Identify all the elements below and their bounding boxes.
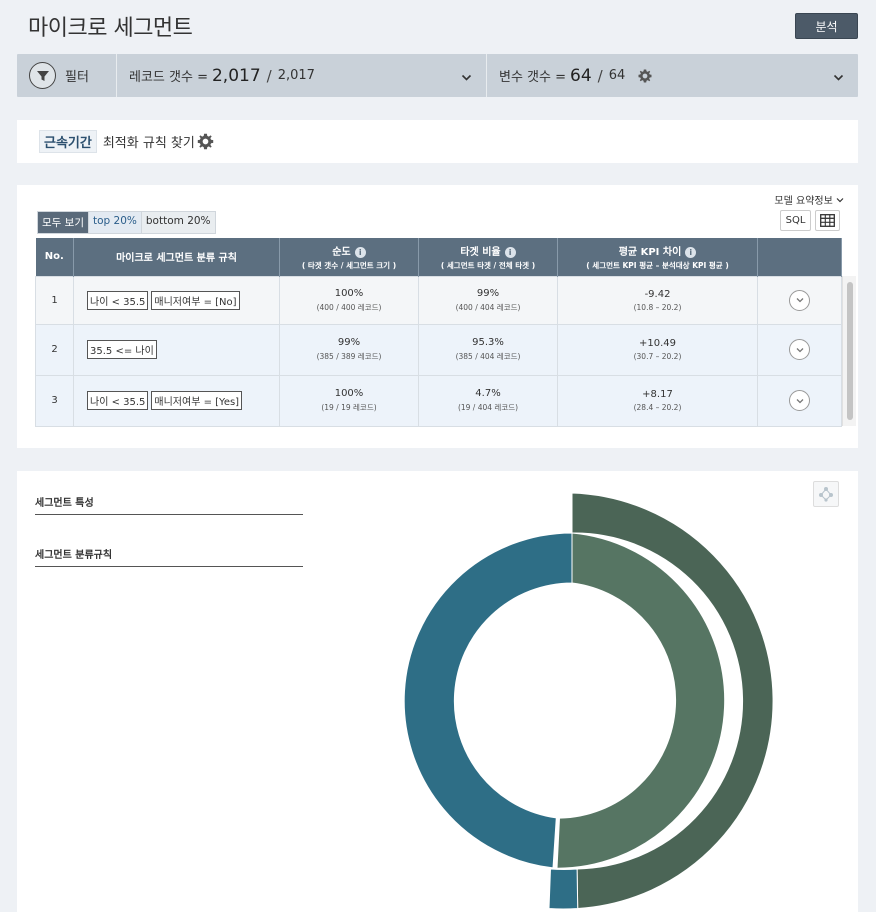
- row-expand: [757, 323, 842, 376]
- rule-chip: 35.5 <= 나이: [87, 340, 157, 359]
- filter-bar: 필터 레코드 갯수 = 2,017 / 2,017 변수 갯수 = 64 / 6…: [17, 54, 858, 97]
- record-count-value: 2,017: [211, 65, 261, 86]
- row-purity: 100% (19 / 19 레코드): [279, 374, 419, 427]
- row-target: 99% (400 / 404 레코드): [418, 275, 558, 325]
- optimize-text: 최적화 규칙 찾기: [102, 136, 195, 151]
- scroll-thumb[interactable]: [847, 282, 853, 420]
- tab-bottom-20[interactable]: bottom 20%: [141, 212, 215, 233]
- rule-chip: 매니저여부 = [No]: [151, 290, 240, 310]
- page-title: 마이크로 세그먼트: [28, 16, 193, 41]
- row-no: 1: [35, 275, 74, 325]
- info-icon[interactable]: i: [685, 246, 697, 258]
- tab-group: 모두 보기 top 20% bottom 20%: [37, 211, 216, 234]
- variable-count-label: 변수 갯수 =: [499, 70, 566, 85]
- separator: /: [266, 66, 272, 85]
- target-variable-chip[interactable]: 근속기간: [39, 130, 97, 153]
- record-count-label: 레코드 갯수 =: [129, 70, 208, 85]
- chevron-down-icon[interactable]: [461, 68, 472, 87]
- record-count-dropdown[interactable]: 레코드 갯수 = 2,017 / 2,017: [117, 54, 487, 97]
- segment-detail-panel: 세그먼트 특성 세그먼트 분류규칙: [17, 471, 858, 912]
- variable-count-dropdown[interactable]: 변수 갯수 = 64 / 64: [487, 54, 858, 97]
- row-kpi: -9.42 (10.8 – 20.2): [557, 275, 758, 325]
- row-no: 2: [35, 323, 74, 376]
- tab-all[interactable]: 모두 보기: [38, 212, 89, 233]
- filter-label: 필터: [65, 70, 89, 85]
- col-header-rule: 마이크로 세그먼트 분류 규칙: [73, 238, 280, 276]
- col-header-purity: 순도 i ( 타겟 갯수 / 세그먼트 크기 ): [279, 238, 419, 276]
- model-info-dropdown[interactable]: 모델 요약정보: [774, 192, 844, 207]
- row-expand: [757, 374, 842, 427]
- row-purity: 99% (385 / 389 레코드): [279, 323, 419, 376]
- rule-chip: 나이 < 35.5: [87, 290, 149, 310]
- rule-chip: 매니저여부 = [Yes]: [151, 391, 243, 410]
- separator: /: [597, 66, 603, 85]
- segment-table-panel: 모델 요약정보 모두 보기 top 20% bottom 20% SQL No.…: [17, 185, 858, 448]
- gear-icon[interactable]: [196, 132, 215, 151]
- table-row[interactable]: 1 나이 < 35.5 매니저여부 = [No] 100% (400 / 400 레…: [35, 275, 842, 325]
- row-kpi: +10.49 (30.7 – 20.2): [557, 323, 758, 376]
- info-icon[interactable]: i: [504, 246, 516, 258]
- row-target: 95.3% (385 / 404 레코드): [418, 323, 558, 376]
- row-no: 3: [35, 374, 74, 427]
- segment-table: No. 마이크로 세그먼트 분류 규칙 순도 i ( 타겟 갯수 / 세그먼트 크…: [35, 238, 842, 427]
- chevron-down-icon: [836, 198, 844, 203]
- col-header-no: No.: [35, 238, 74, 276]
- expand-chevron-icon[interactable]: [789, 289, 810, 311]
- table-row[interactable]: 2 35.5 <= 나이 99% (385 / 389 레코드) 95.3% (38…: [35, 323, 842, 376]
- funnel-icon: [29, 62, 56, 89]
- gear-icon[interactable]: [637, 68, 653, 84]
- info-icon[interactable]: i: [354, 246, 366, 258]
- col-header-kpi: 평균 KPI 차이 i ( 세그먼트 KPI 평균 – 분석대상 KPI 평균 ): [557, 238, 758, 276]
- table-view-button[interactable]: [815, 210, 840, 231]
- chevron-down-icon[interactable]: [833, 68, 844, 87]
- teal-outer-sliver[interactable]: [548, 868, 579, 910]
- row-kpi: +8.17 (28.4 – 20.2): [557, 374, 758, 427]
- row-rules: 나이 < 35.5 매니저여부 = [No]: [73, 275, 280, 325]
- col-header-target: 타겟 비율 i ( 세그먼트 타겟 / 전체 타겟 ): [418, 238, 558, 276]
- table-icon: [820, 214, 835, 227]
- table-scrollbar[interactable]: [842, 276, 856, 426]
- expand-chevron-icon[interactable]: [789, 339, 810, 360]
- row-rules: 35.5 <= 나이: [73, 323, 280, 376]
- optimize-panel: 근속기간 최적화 규칙 찾기: [17, 120, 858, 163]
- row-purity: 100% (400 / 400 레코드): [279, 275, 419, 325]
- tab-top-20[interactable]: top 20%: [88, 212, 142, 233]
- table-row[interactable]: 3 나이 < 35.5 매니저여부 = [Yes] 100% (19 / 19 레코…: [35, 374, 842, 427]
- filter-toggle[interactable]: 필터: [17, 54, 117, 97]
- col-header-action: [757, 238, 842, 276]
- row-rules: 나이 < 35.5 매니저여부 = [Yes]: [73, 374, 280, 427]
- analyze-button[interactable]: 분석: [795, 13, 858, 39]
- teal-segment[interactable]: [403, 532, 573, 869]
- row-target: 4.7% (19 / 404 레코드): [418, 374, 558, 427]
- row-expand: [757, 275, 842, 325]
- variable-count-value: 64: [570, 65, 592, 86]
- variable-count-total: 64: [608, 68, 626, 83]
- expand-chevron-icon[interactable]: [789, 390, 810, 411]
- sql-button[interactable]: SQL: [780, 210, 811, 231]
- record-count-total: 2,017: [277, 68, 315, 83]
- sunburst-chart: [403, 492, 774, 910]
- rule-chip: 나이 < 35.5: [87, 391, 149, 410]
